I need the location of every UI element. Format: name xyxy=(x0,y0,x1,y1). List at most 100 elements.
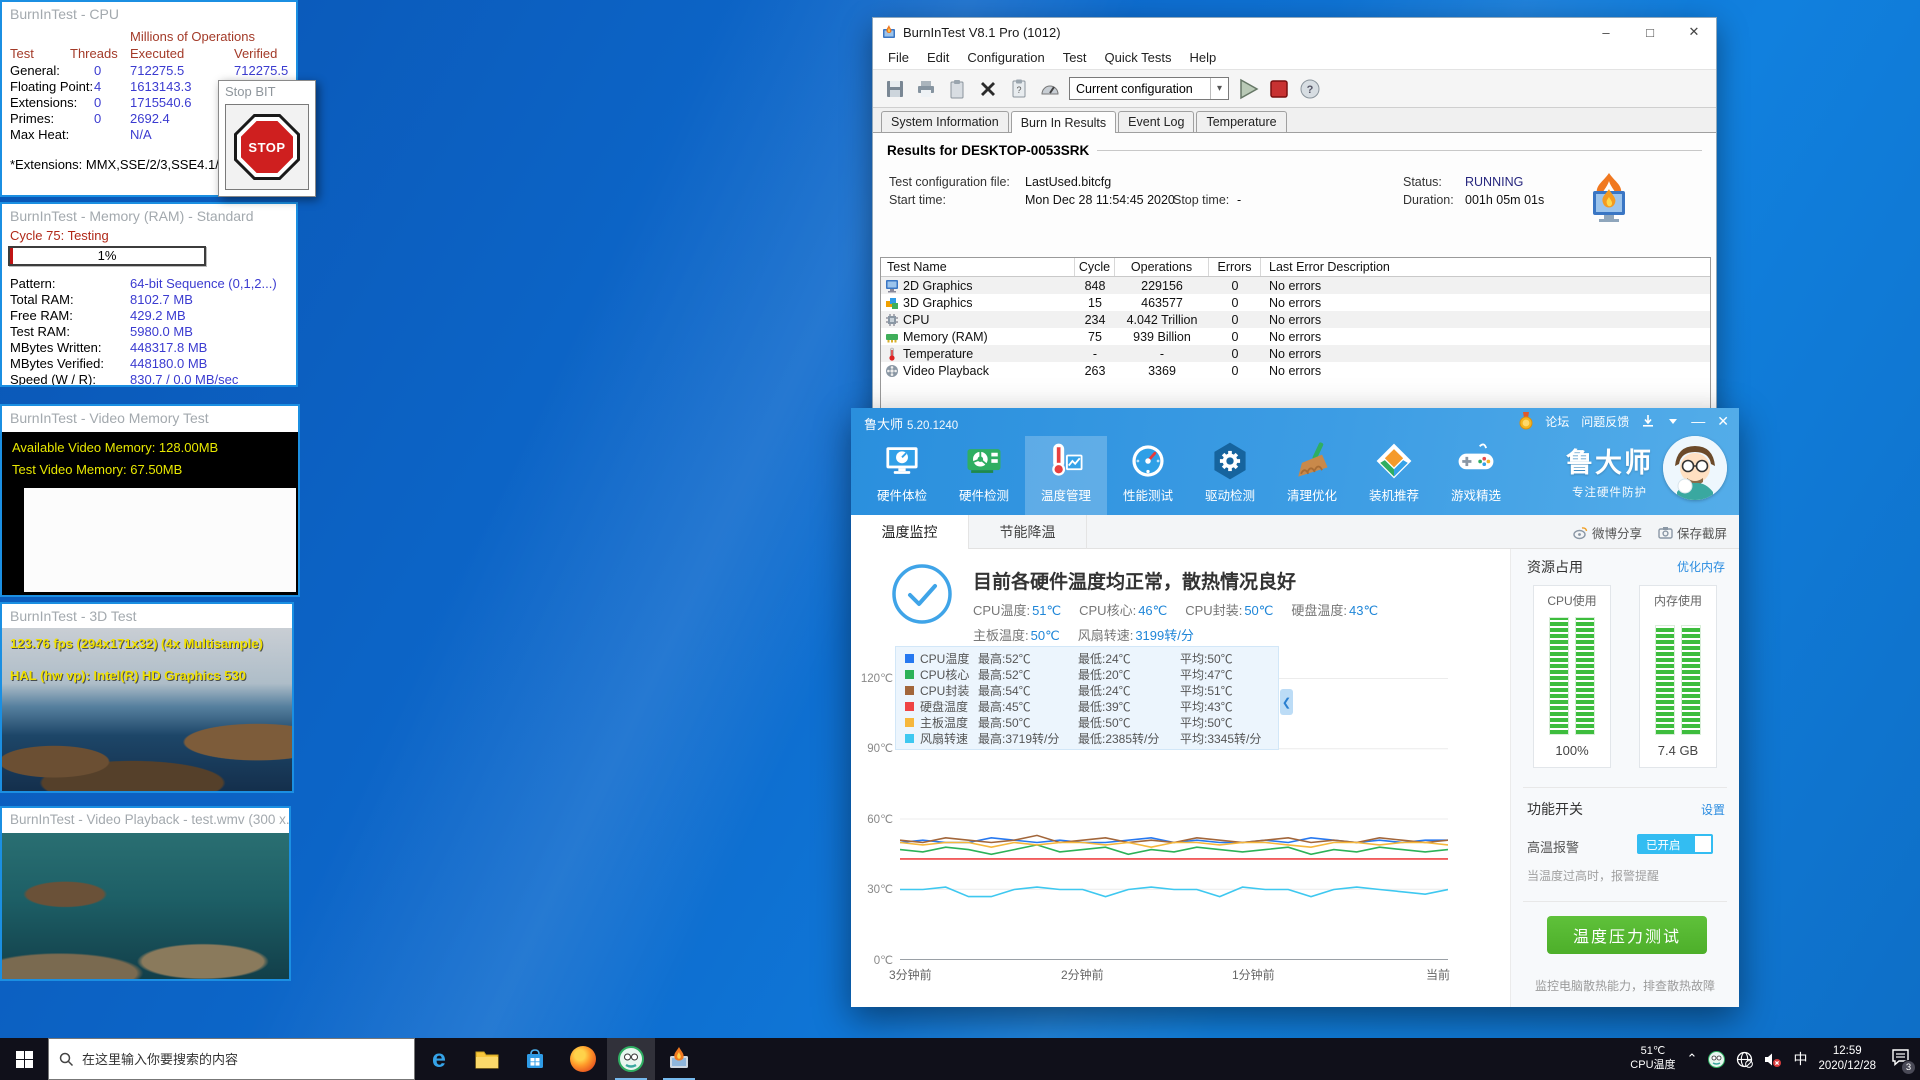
video-memory-canvas: Available Video Memory: 128.00MB Test Vi… xyxy=(2,432,298,595)
certificate-button[interactable]: ? xyxy=(1007,77,1031,101)
search-input[interactable] xyxy=(82,1051,372,1067)
memory-progress-bar: 1% xyxy=(8,246,206,266)
menu-test[interactable]: Test xyxy=(1054,50,1096,65)
row-threads: 0 xyxy=(94,111,102,126)
save-screenshot-button[interactable]: 保存截屏 xyxy=(1658,523,1727,542)
gauge-button[interactable] xyxy=(1038,77,1062,101)
feedback-link[interactable]: 问题反馈 xyxy=(1581,413,1629,430)
start-tests-button[interactable] xyxy=(1236,77,1260,101)
master-lu-taskbar-icon[interactable] xyxy=(607,1038,655,1080)
start-button[interactable] xyxy=(0,1038,48,1080)
print-button[interactable] xyxy=(914,77,938,101)
window-title[interactable]: BurnInTest - 3D Test xyxy=(2,604,292,628)
taskbar-search[interactable] xyxy=(48,1038,415,1080)
col-threads: Threads xyxy=(70,46,118,61)
menu-help[interactable]: Help xyxy=(1180,50,1225,65)
legend-collapse-button[interactable]: ❮ xyxy=(1280,689,1293,715)
col-cycle[interactable]: Cycle xyxy=(1075,258,1115,276)
table-row[interactable]: 3D Graphics 15 463577 0 No errors xyxy=(881,294,1710,311)
tray-cpu-temp[interactable]: 51℃ CPU温度 xyxy=(1630,1045,1675,1073)
test-pattern-area xyxy=(24,488,296,592)
ops-header: Millions of Operations xyxy=(130,29,255,44)
save-report-button[interactable] xyxy=(883,77,907,101)
col-operations[interactable]: Operations xyxy=(1115,258,1209,276)
help-button[interactable]: ? xyxy=(1298,77,1322,101)
menu-configuration[interactable]: Configuration xyxy=(958,50,1053,65)
burnintest-taskbar-icon[interactable] xyxy=(655,1038,703,1080)
window-title[interactable]: BurnInTest - Memory (RAM) - Standard xyxy=(2,204,296,228)
settings-link[interactable]: 设置 xyxy=(1701,801,1725,818)
firefox-icon[interactable] xyxy=(559,1038,607,1080)
extensions-footnote: *Extensions: MMX,SSE/2/3,SSE4.1/4.2... xyxy=(10,157,248,172)
edge-icon[interactable]: e xyxy=(415,1038,463,1080)
nav-build-recommend[interactable]: 装机推荐 xyxy=(1353,436,1435,515)
lu-close-button[interactable]: ✕ xyxy=(1717,413,1729,430)
nav-driver-detect[interactable]: 驱动检测 xyxy=(1189,436,1271,515)
window-title: BurnInTest V8.1 Pro (1012) xyxy=(903,24,1061,40)
clipboard-button[interactable] xyxy=(945,77,969,101)
results-table: Test Name Cycle Operations Errors Last E… xyxy=(880,257,1711,419)
nav-performance-test[interactable]: 性能测试 xyxy=(1107,436,1189,515)
tab-burn-in-results[interactable]: Burn In Results xyxy=(1010,111,1117,133)
status-ok-icon xyxy=(891,563,953,630)
svg-text:?: ? xyxy=(1307,84,1314,96)
configuration-select[interactable]: Current configuration ▾ xyxy=(1069,77,1229,100)
lu-minimize-button[interactable]: — xyxy=(1691,413,1705,429)
table-row[interactable]: Memory (RAM) 75 939 Billion 0 No errors xyxy=(881,328,1710,345)
col-test-name[interactable]: Test Name xyxy=(881,258,1075,276)
resource-usage-title: 资源占用 xyxy=(1527,559,1583,575)
tab-event-log[interactable]: Event Log xyxy=(1118,111,1195,132)
nav-label: 温度管理 xyxy=(1040,489,1091,503)
delete-results-button[interactable] xyxy=(976,77,1000,101)
stop-bit-button[interactable]: STOP xyxy=(225,104,309,190)
nav-cleanup-optimize[interactable]: 清理优化 xyxy=(1271,436,1353,515)
weibo-share-button[interactable]: 微博分享 xyxy=(1573,523,1642,542)
maximize-button[interactable]: □ xyxy=(1628,18,1672,46)
legend-row: CPU温度 最高:52℃ 最低:24℃ 平均:50℃ xyxy=(896,650,1278,666)
optimize-memory-link[interactable]: 优化内存 xyxy=(1677,558,1725,575)
master-lu-tray-icon[interactable] xyxy=(1708,1050,1726,1068)
notification-center-icon[interactable]: 3 xyxy=(1891,1048,1916,1075)
legend-swatch xyxy=(905,701,914,711)
close-button[interactable]: ✕ xyxy=(1672,18,1716,46)
high-temp-alarm-toggle[interactable]: 已开启 xyxy=(1637,834,1713,854)
title-bar[interactable]: BurnInTest V8.1 Pro (1012) – □ ✕ xyxy=(873,18,1716,46)
tab-energy-cooling[interactable]: 节能降温 xyxy=(969,514,1087,549)
tab-system-information[interactable]: System Information xyxy=(881,111,1009,132)
network-globe-icon[interactable] xyxy=(1736,1051,1754,1068)
table-row[interactable]: CPU 234 4.042 Trillion 0 No errors xyxy=(881,311,1710,328)
ime-indicator[interactable]: 中 xyxy=(1793,1049,1807,1069)
minimize-button[interactable]: – xyxy=(1584,18,1628,46)
window-title[interactable]: BurnInTest - CPU xyxy=(2,2,296,26)
duration-value: 001h 05m 01s xyxy=(1465,193,1545,207)
tab-temperature[interactable]: Temperature xyxy=(1196,111,1287,132)
nav-temperature-management[interactable]: 温度管理 xyxy=(1025,436,1107,515)
nav-game-selection[interactable]: 游戏精选 xyxy=(1435,436,1517,515)
menu-edit[interactable]: Edit xyxy=(918,50,958,65)
tab-temperature-monitor[interactable]: 温度监控 xyxy=(851,514,969,549)
table-row[interactable]: Video Playback 263 3369 0 No errors xyxy=(881,362,1710,379)
window-title[interactable]: BurnInTest - Video Playback - test.wmv (… xyxy=(2,808,289,831)
y-tick: 30℃ xyxy=(867,884,893,896)
nav-hardware-detect[interactable]: 硬件检测 xyxy=(943,436,1025,515)
forum-link[interactable]: 论坛 xyxy=(1545,413,1569,430)
store-icon[interactable] xyxy=(511,1038,559,1080)
table-row[interactable]: 2D Graphics 848 229156 0 No errors xyxy=(881,277,1710,294)
file-explorer-icon[interactable] xyxy=(463,1038,511,1080)
col-last-error[interactable]: Last Error Description xyxy=(1261,258,1710,276)
tray-clock[interactable]: 12:59 2020/12/28 xyxy=(1818,1044,1876,1074)
table-row[interactable]: Temperature - - 0 No errors xyxy=(881,345,1710,362)
window-title[interactable]: Stop BIT xyxy=(219,81,315,102)
chevron-up-icon[interactable]: ⌃ xyxy=(1687,1051,1698,1067)
col-errors[interactable]: Errors xyxy=(1209,258,1261,276)
volume-muted-icon[interactable] xyxy=(1764,1051,1782,1068)
temperature-stress-test-button[interactable]: 温度压力测试 xyxy=(1547,916,1707,954)
2d-graphics-icon xyxy=(886,279,898,292)
stop-tests-button[interactable] xyxy=(1267,77,1291,101)
skin-menu-icon[interactable] xyxy=(1667,415,1679,427)
nav-hardware-checkup[interactable]: 硬件体检 xyxy=(861,436,943,515)
window-title[interactable]: BurnInTest - Video Memory Test xyxy=(2,406,298,430)
menu-file[interactable]: File xyxy=(879,50,918,65)
menu-quick-tests[interactable]: Quick Tests xyxy=(1096,50,1181,65)
download-icon[interactable] xyxy=(1641,414,1655,428)
